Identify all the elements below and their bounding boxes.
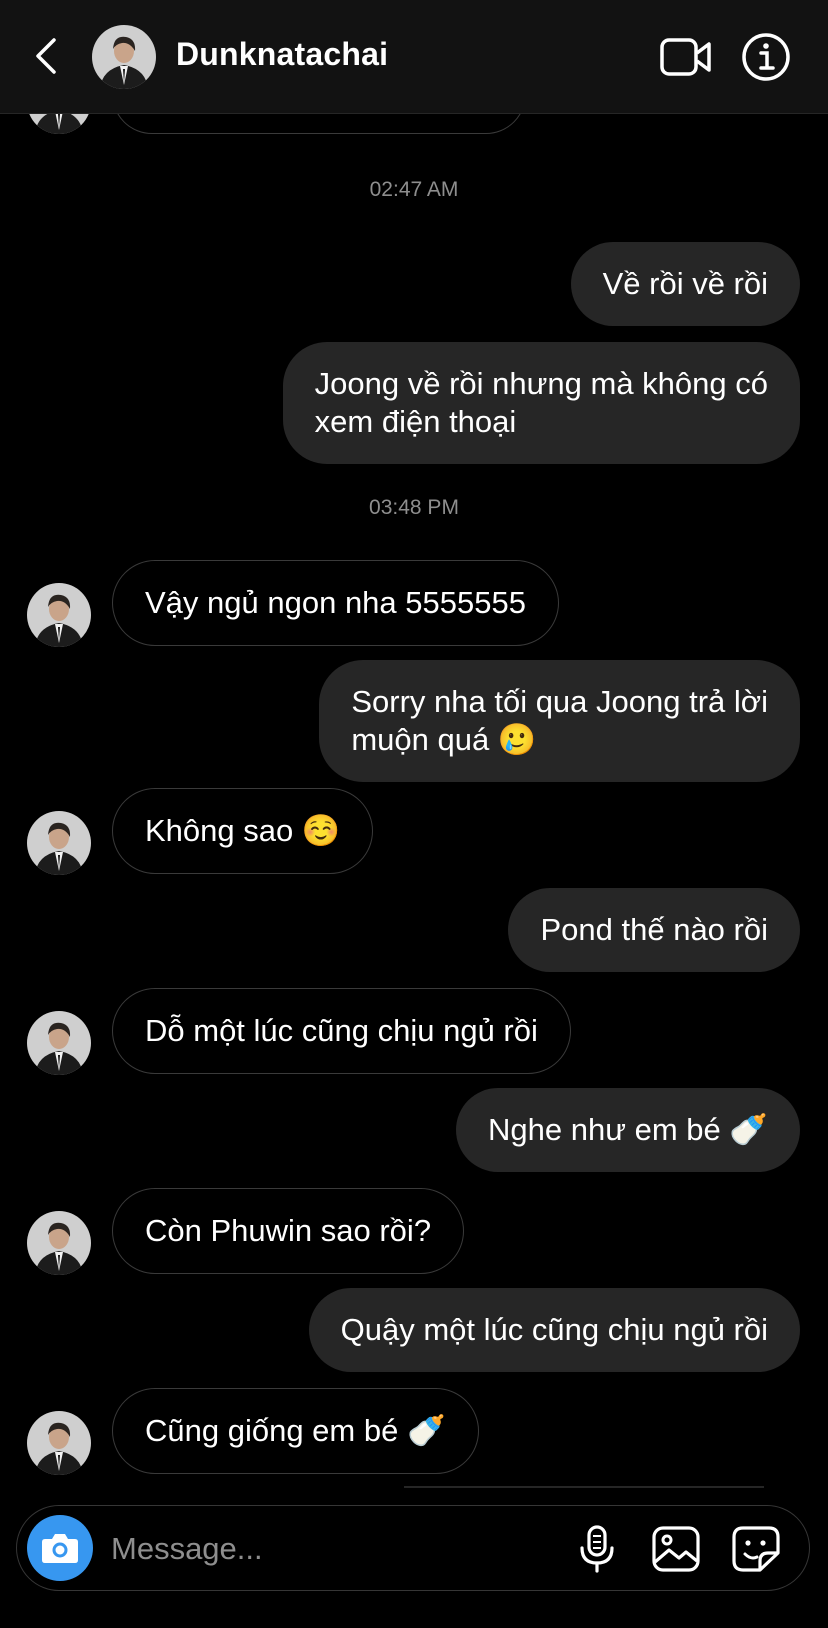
message-thread[interactable]: 02:47 AM Về rồi về rồi Joong về rồi nhưn…	[0, 114, 828, 1494]
contact-avatar[interactable]	[92, 25, 156, 89]
timestamp: 02:47 AM	[369, 178, 459, 201]
message-bubble-outgoing[interactable]: Sorry nha tối qua Joong trả lời muộn quá…	[319, 660, 800, 782]
message-composer	[16, 1505, 810, 1591]
message-bubble-partial[interactable]	[112, 114, 526, 134]
message-bubble-incoming[interactable]: Còn Phuwin sao rồi?	[112, 1188, 465, 1274]
back-chevron-icon[interactable]	[28, 36, 64, 76]
message-bubble-outgoing[interactable]: Quậy một lúc cũng chịu ngủ rồi	[308, 1288, 800, 1372]
message-bubble-incoming[interactable]: Không sao ☺️	[112, 788, 374, 874]
sender-avatar[interactable]	[27, 811, 91, 875]
message-bubble-outgoing[interactable]: Pond thế nào rồi	[508, 888, 800, 972]
message-bubble-outgoing[interactable]: Nghe như em bé 🍼	[456, 1088, 800, 1172]
sticker-icon[interactable]	[731, 1525, 781, 1573]
message-bubble-outgoing[interactable]: Về rồi về rồi	[570, 242, 800, 326]
sender-avatar[interactable]	[27, 1011, 91, 1075]
sender-avatar[interactable]	[27, 583, 91, 647]
bubble-edge-partial	[404, 1486, 764, 1488]
sender-avatar[interactable]	[27, 1211, 91, 1275]
message-bubble-outgoing[interactable]: Joong về rồi nhưng mà không có xem điện …	[282, 342, 800, 464]
message-input[interactable]	[109, 1526, 553, 1572]
chat-header: Dunknatachai	[0, 0, 828, 114]
sender-avatar[interactable]	[27, 114, 91, 134]
contact-name[interactable]: Dunknatachai	[176, 36, 388, 73]
camera-icon[interactable]	[27, 1515, 93, 1581]
message-bubble-incoming[interactable]: Vậy ngủ ngon nha 5555555	[112, 560, 559, 646]
message-bubble-incoming[interactable]: Cũng giống em bé 🍼	[112, 1388, 479, 1474]
message-bubble-incoming[interactable]: Dỗ một lúc cũng chịu ngủ rồi	[112, 988, 571, 1074]
info-icon[interactable]	[740, 31, 792, 83]
gallery-icon[interactable]	[651, 1525, 701, 1573]
video-call-icon[interactable]	[660, 36, 712, 78]
sender-avatar[interactable]	[27, 1411, 91, 1475]
microphone-icon[interactable]	[577, 1524, 617, 1574]
timestamp: 03:48 PM	[369, 496, 459, 519]
